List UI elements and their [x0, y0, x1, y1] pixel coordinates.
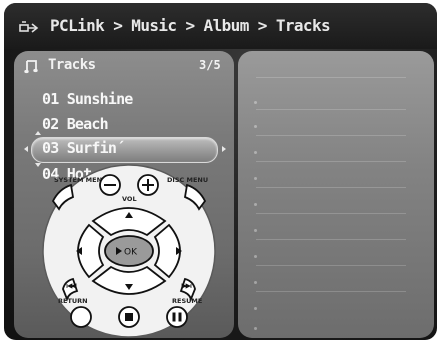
detail-row-marker — [254, 151, 257, 154]
ok-button[interactable]: OK — [104, 235, 154, 267]
pause-button[interactable] — [166, 306, 188, 328]
volume-up-button[interactable] — [137, 174, 159, 196]
detail-row-marker — [254, 281, 257, 284]
detail-panel — [238, 51, 434, 338]
detail-row-divider — [256, 291, 406, 292]
resume-label: RESUME — [172, 297, 202, 305]
ok-label: OK — [124, 248, 138, 258]
pclink-screen: PCLink > Music > Album > Tracks Tracks 3… — [4, 3, 437, 340]
select-right-arrow-icon — [222, 146, 226, 152]
detail-row-divider — [256, 135, 406, 136]
detail-row-divider — [256, 77, 406, 78]
volume-down-button[interactable] — [99, 174, 121, 196]
volume-label: VOL — [122, 195, 137, 203]
detail-row-marker — [254, 101, 257, 104]
stop-button[interactable] — [118, 306, 140, 328]
select-left-arrow-icon — [24, 146, 28, 152]
detail-row-marker — [254, 229, 257, 232]
remote-control-overlay: SYSTEM MENU DISC MENU VOL OK RETURN RESU… — [42, 164, 216, 338]
breadcrumb: PCLink > Music > Album > Tracks — [50, 16, 331, 35]
pc-link-icon — [19, 21, 39, 33]
detail-row-divider — [256, 109, 406, 110]
detail-row-marker — [254, 125, 257, 128]
system-menu-label: SYSTEM MENU — [54, 176, 107, 184]
music-note-icon — [24, 60, 38, 74]
panel-title-row: Tracks 3/5 — [22, 57, 222, 77]
detail-row-divider — [256, 187, 406, 188]
detail-row-divider — [256, 265, 406, 266]
header-bar: PCLink > Music > Album > Tracks — [4, 3, 437, 49]
track-item[interactable]: 02 Beach — [42, 115, 109, 133]
track-item[interactable]: 01 Sunshine — [42, 90, 133, 108]
detail-row-marker — [254, 307, 257, 310]
detail-row-marker — [254, 327, 257, 330]
detail-row-marker — [254, 177, 257, 180]
track-item-selected[interactable]: 03 Surfin´ — [42, 139, 125, 157]
return-button[interactable] — [70, 306, 92, 328]
detail-row-marker — [254, 255, 257, 258]
pause-icon — [172, 312, 176, 322]
return-label: RETURN — [58, 297, 88, 305]
stop-icon — [125, 313, 133, 321]
detail-row-divider — [256, 239, 406, 240]
detail-row-divider — [256, 161, 406, 162]
detail-row-divider — [256, 213, 406, 214]
panel-title: Tracks — [48, 57, 96, 73]
scroll-up-arrow-icon — [35, 131, 41, 135]
track-counter: 3/5 — [199, 58, 221, 72]
disc-menu-label: DISC MENU — [167, 176, 208, 184]
detail-row-marker — [254, 203, 257, 206]
